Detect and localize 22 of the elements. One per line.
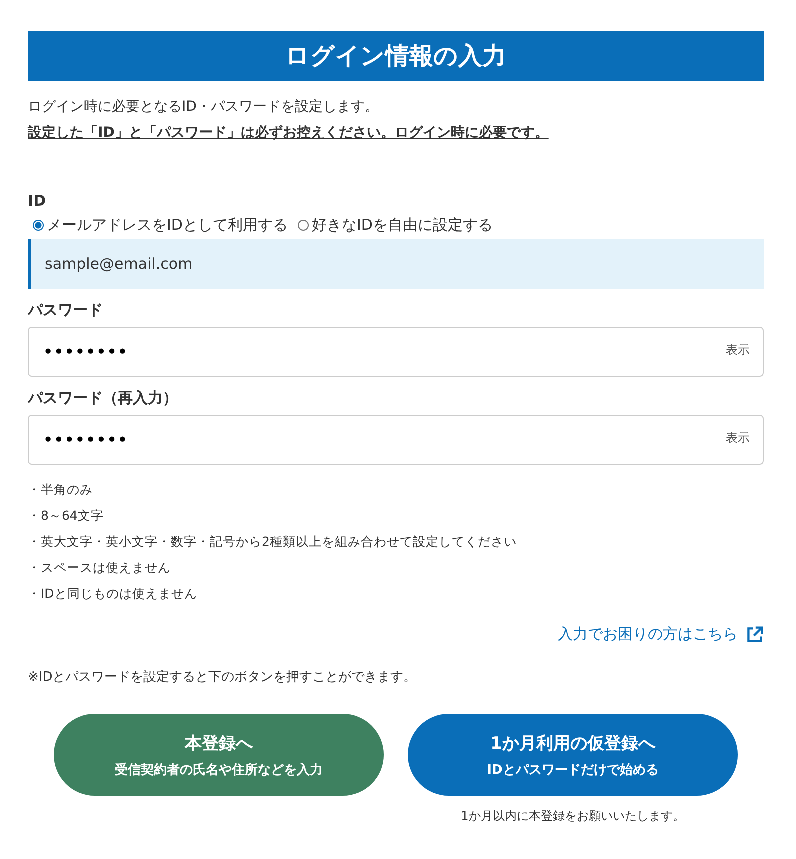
intro-text: ログイン時に必要となるID・パスワードを設定します。 — [28, 98, 380, 117]
rule-text: ・英大文字・英小文字・数字・記号から2種類以上を組み合わせて設定してください — [28, 533, 518, 551]
show-password-button[interactable]: 表示 — [726, 430, 750, 447]
notice-text: 設定した「ID」と「パスワード」は必ずお控えください。ログイン時に必要です。 — [28, 124, 549, 143]
help-link[interactable]: 入力でお困りの方はこちら — [558, 625, 764, 644]
radio-option[interactable]: メールアドレスをIDとして利用する — [33, 216, 288, 235]
id-field[interactable]: sample@email.com — [28, 239, 764, 289]
caption-text: 1か月以内に本登録をお願いいたします。 — [461, 808, 685, 825]
rule-text: ・スペースは使えません — [28, 559, 172, 577]
rule-text: ・IDと同じものは使えません — [28, 585, 198, 603]
field-label: パスワード（再入力） — [28, 388, 179, 409]
field-label: パスワード — [28, 300, 104, 321]
register-button[interactable]: 1か月利用の仮登録へ IDとパスワードだけで始める — [408, 714, 738, 796]
rule-text: ・8～64文字 — [28, 507, 105, 525]
register-button[interactable]: 本登録へ 受信契約者の氏名や住所などを入力 — [54, 714, 384, 796]
external-link-icon — [746, 626, 764, 644]
page-title: ログイン情報の入力 — [28, 31, 764, 81]
radio-option[interactable]: 好きなIDを自由に設定する — [298, 216, 493, 235]
note-text: ※IDとパスワードを設定すると下のボタンを押すことができます。 — [28, 669, 418, 686]
field-label: ID — [28, 191, 48, 212]
show-password-button[interactable]: 表示 — [726, 342, 750, 359]
rule-text: ・半角のみ — [28, 481, 94, 499]
